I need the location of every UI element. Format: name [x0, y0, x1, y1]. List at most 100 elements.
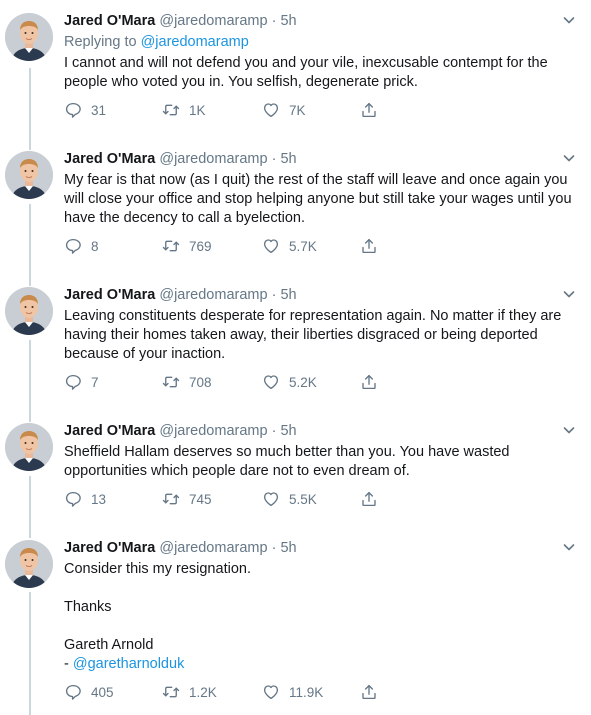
tweet-header: Jared O'Mara @jaredomaramp · 5h	[64, 150, 577, 169]
user-handle[interactable]: @jaredomaramp	[159, 287, 267, 303]
chevron-down-icon[interactable]	[561, 286, 577, 302]
avatar[interactable]	[5, 423, 53, 471]
reply-button[interactable]: 13	[64, 490, 106, 508]
timestamp[interactable]: 5h	[280, 540, 296, 556]
like-button[interactable]: 5.5K	[262, 490, 317, 508]
reply-icon	[64, 237, 91, 255]
share-button[interactable]	[360, 237, 387, 255]
like-count: 5.5K	[289, 491, 317, 507]
chevron-down-icon[interactable]	[561, 422, 577, 438]
replying-to: Replying to @jaredomaramp	[64, 33, 577, 52]
share-button[interactable]	[360, 101, 387, 119]
reply-count: 405	[91, 684, 114, 700]
like-button[interactable]: 11.9K	[262, 683, 323, 701]
heart-icon	[262, 237, 289, 255]
chevron-down-icon[interactable]	[561, 150, 577, 166]
retweet-count: 769	[189, 238, 212, 254]
avatar[interactable]	[5, 287, 53, 335]
reply-button[interactable]: 405	[64, 683, 114, 701]
tweet-actions: 405 1.2K 11.9K	[64, 683, 577, 705]
retweet-button[interactable]: 1K	[162, 101, 206, 119]
avatar[interactable]	[5, 13, 53, 61]
tweet-text: Sheffield Hallam deserves so much better…	[64, 444, 510, 479]
share-icon	[360, 683, 387, 701]
timestamp[interactable]: 5h	[280, 423, 296, 439]
reply-count: 13	[91, 491, 107, 507]
heart-icon	[262, 373, 289, 391]
share-button[interactable]	[360, 373, 387, 391]
reply-icon	[64, 373, 91, 391]
tweet[interactable]: Jared O'Mara @jaredomaramp · 5h Leaving …	[0, 284, 591, 412]
retweet-count: 745	[189, 491, 212, 507]
mention-link[interactable]: @garetharnolduk	[73, 656, 184, 672]
tweet-text: My fear is that now (as I quit) the rest…	[64, 172, 572, 226]
avatar[interactable]	[5, 540, 53, 588]
avatar[interactable]	[5, 151, 53, 199]
user-handle[interactable]: @jaredomaramp	[159, 423, 267, 439]
share-icon	[360, 490, 387, 508]
tweet-text: I cannot and will not defend you and you…	[64, 55, 548, 90]
tweet-actions: 8 769 5.7K	[64, 237, 577, 259]
separator: ·	[271, 287, 277, 303]
reply-button[interactable]: 7	[64, 373, 99, 391]
tweet[interactable]: Jared O'Mara @jaredomaramp · 5h Replying…	[0, 0, 591, 135]
tweet[interactable]: Jared O'Mara @jaredomaramp · 5h Sheffiel…	[0, 420, 591, 530]
user-name[interactable]: Jared O'Mara	[64, 423, 155, 439]
like-count: 5.7K	[289, 238, 317, 254]
user-name[interactable]: Jared O'Mara	[64, 540, 155, 556]
tweet-text-line: Thanks	[64, 599, 112, 615]
timestamp[interactable]: 5h	[280, 287, 296, 303]
user-name[interactable]: Jared O'Mara	[64, 287, 155, 303]
user-name[interactable]: Jared O'Mara	[64, 13, 155, 29]
retweet-count: 1.2K	[189, 684, 217, 700]
user-handle[interactable]: @jaredomaramp	[159, 151, 267, 167]
user-handle[interactable]: @jaredomaramp	[159, 13, 267, 29]
retweet-count: 708	[189, 374, 212, 390]
tweet-actions: 13 745 5.5K	[64, 490, 577, 512]
like-button[interactable]: 5.7K	[262, 237, 317, 255]
chevron-down-icon[interactable]	[561, 12, 577, 28]
tweet[interactable]: Jared O'Mara @jaredomaramp · 5h My fear …	[0, 148, 591, 276]
tweet-actions: 7 708 5.2K	[64, 373, 577, 395]
tweet-text-line: Consider this my resignation.	[64, 561, 251, 577]
timestamp[interactable]: 5h	[280, 151, 296, 167]
user-name[interactable]: Jared O'Mara	[64, 151, 155, 167]
retweet-button[interactable]: 745	[162, 490, 212, 508]
separator: ·	[271, 540, 277, 556]
retweet-button[interactable]: 1.2K	[162, 683, 217, 701]
replying-prefix: Replying to	[64, 34, 137, 50]
reply-count: 31	[91, 102, 107, 118]
tweet-text: Leaving constituents desperate for repre…	[64, 308, 562, 362]
share-icon	[360, 237, 387, 255]
like-count: 5.2K	[289, 374, 317, 390]
reply-icon	[64, 490, 91, 508]
retweet-button[interactable]: 708	[162, 373, 212, 391]
retweet-icon	[162, 490, 189, 508]
user-handle[interactable]: @jaredomaramp	[159, 540, 267, 556]
like-button[interactable]: 7K	[262, 101, 306, 119]
reply-icon	[64, 683, 91, 701]
heart-icon	[262, 490, 289, 508]
signature-prefix: -	[64, 656, 73, 672]
like-button[interactable]: 5.2K	[262, 373, 317, 391]
heart-icon	[262, 683, 289, 701]
separator: ·	[271, 423, 277, 439]
tweet-text-line: Gareth Arnold	[64, 637, 154, 653]
reply-button[interactable]: 8	[64, 237, 99, 255]
like-count: 7K	[289, 102, 306, 118]
share-button[interactable]	[360, 490, 387, 508]
tweet-header: Jared O'Mara @jaredomaramp · 5h	[64, 12, 577, 31]
heart-icon	[262, 101, 289, 119]
reply-button[interactable]: 31	[64, 101, 106, 119]
chevron-down-icon[interactable]	[561, 539, 577, 555]
reply-icon	[64, 101, 91, 119]
timestamp[interactable]: 5h	[280, 13, 296, 29]
mention-link[interactable]: @jaredomaramp	[141, 34, 249, 50]
tweet[interactable]: Jared O'Mara @jaredomaramp · 5h Consider…	[0, 537, 591, 715]
retweet-button[interactable]: 769	[162, 237, 212, 255]
tweet-header: Jared O'Mara @jaredomaramp · 5h	[64, 422, 577, 441]
tweet-header: Jared O'Mara @jaredomaramp · 5h	[64, 286, 577, 305]
reply-count: 8	[91, 238, 99, 254]
share-button[interactable]	[360, 683, 387, 701]
share-icon	[360, 101, 387, 119]
